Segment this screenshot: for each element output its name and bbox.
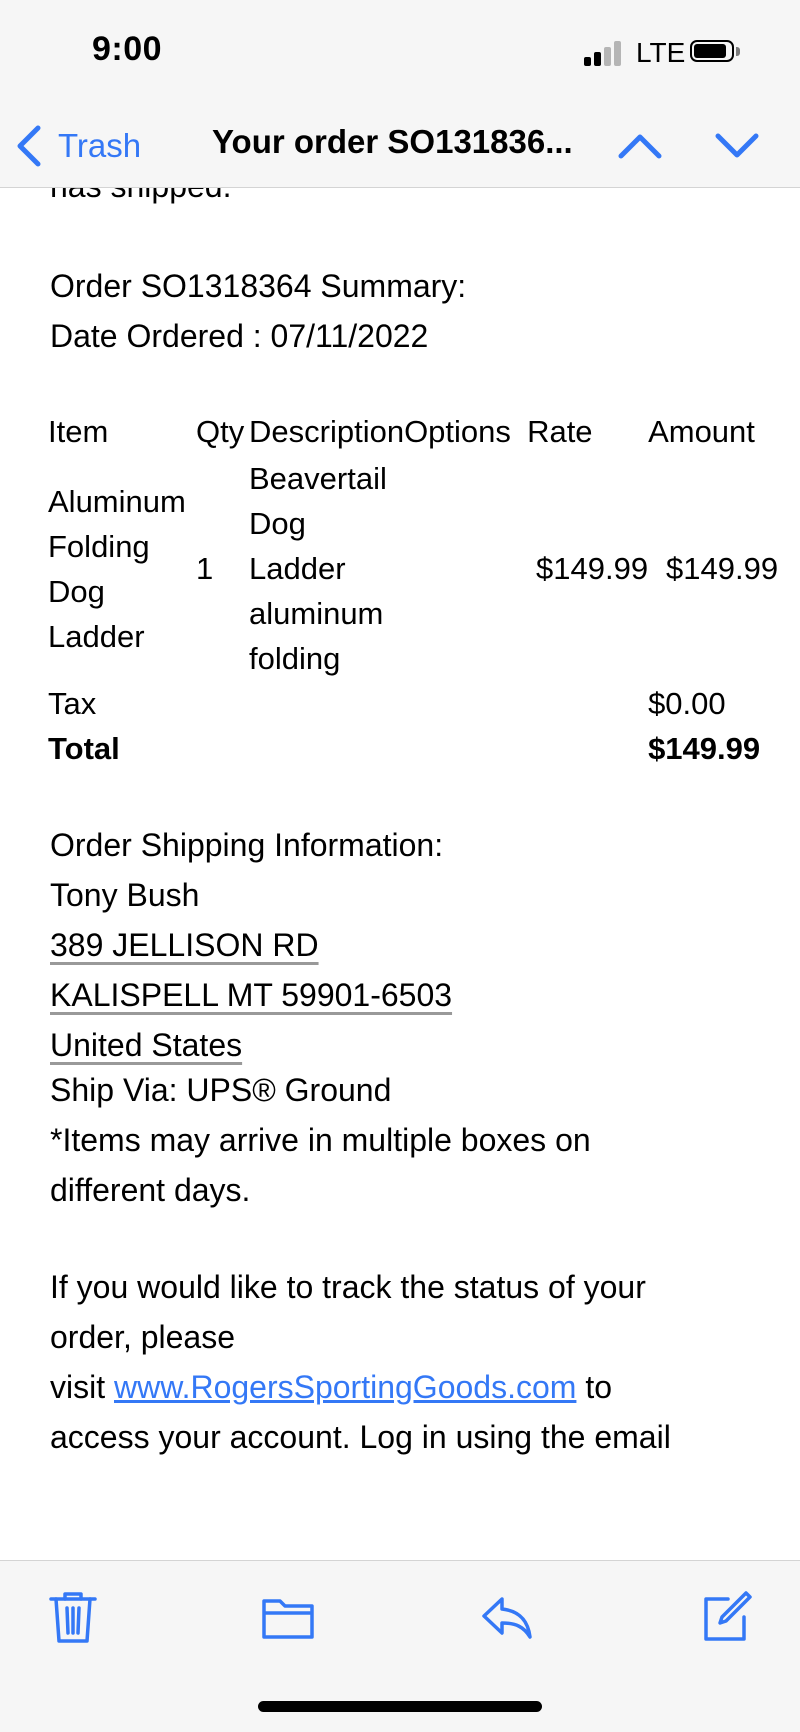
shipping-heading: Order Shipping Information:	[50, 827, 444, 863]
delivery-note-line1: *Items may arrive in multiple boxes on	[50, 1122, 591, 1158]
nav-bar: Trash Your order SO131836...	[0, 105, 800, 188]
message-title: Your order SO131836...	[212, 123, 573, 160]
tracking-line1: If you would like to track the status of…	[50, 1269, 646, 1305]
back-button[interactable]: Trash	[14, 119, 141, 173]
tracking-visit-text: visit	[50, 1369, 114, 1405]
shipping-info: Order Shipping Information: Tony Bush 38…	[50, 820, 452, 1070]
item-amount: $149.99	[666, 551, 779, 586]
trash-icon[interactable]	[45, 1589, 101, 1645]
col-header-item: Item	[48, 413, 109, 449]
back-label: Trash	[58, 127, 142, 164]
col-header-qty: Qty	[196, 413, 245, 449]
item-name: Aluminum Folding Dog Ladder	[48, 483, 186, 654]
order-summary: Order SO1318364 Summary: Date Ordered : …	[50, 261, 466, 361]
total-row: Total $149.99	[48, 726, 778, 771]
tax-row: Tax $0.00	[48, 681, 778, 726]
tracking-line3: visit www.RogersSportingGoods.com to	[50, 1362, 671, 1412]
total-label: Total	[48, 731, 120, 766]
shipping-street[interactable]: 389 JELLISON RD	[50, 920, 452, 970]
item-rate: $149.99	[536, 551, 649, 586]
col-header-rate: Rate	[527, 413, 593, 449]
next-message-chevron-down-icon[interactable]	[712, 121, 762, 171]
reply-icon[interactable]	[478, 1589, 534, 1645]
tracking-after-text: to	[576, 1369, 612, 1405]
order-summary-title: Order SO1318364 Summary:	[50, 268, 467, 304]
shipping-country[interactable]: United States	[50, 1020, 452, 1070]
battery-icon	[690, 40, 740, 64]
clipped-text-line: has shipped.	[50, 188, 231, 205]
cellular-signal-icon	[584, 40, 628, 66]
shipping-name: Tony Bush	[50, 877, 200, 913]
shipping-city[interactable]: KALISPELL MT 59901-6503	[50, 970, 452, 1020]
item-description: Beavertail Dog Ladder aluminum folding	[249, 461, 387, 676]
col-header-amount: Amount	[648, 413, 755, 449]
tax-label: Tax	[48, 686, 97, 721]
tracking-line2: order, please	[50, 1319, 236, 1355]
col-header-options: Options	[404, 413, 511, 449]
tracking-line4: access your account. Log in using the em…	[50, 1419, 671, 1455]
delivery-note-line2: different days.	[50, 1172, 251, 1208]
ship-via-block: Ship Via: UPS® Ground *Items may arrive …	[50, 1065, 591, 1215]
item-options	[404, 456, 527, 681]
compose-icon[interactable]	[698, 1589, 754, 1645]
email-body[interactable]: has shipped. Order SO1318364 Summary: Da…	[0, 188, 800, 1560]
table-row: Aluminum Folding Dog Ladder 1 Beavertail…	[48, 456, 778, 681]
website-link[interactable]: www.RogersSportingGoods.com	[114, 1369, 576, 1405]
status-bar: 9:00 LTE	[0, 0, 800, 105]
tracking-block: If you would like to track the status of…	[50, 1262, 671, 1462]
tax-value: $0.00	[648, 686, 726, 721]
chevron-left-icon	[17, 125, 41, 167]
network-type: LTE	[636, 37, 686, 68]
previous-message-chevron-up-icon[interactable]	[615, 121, 665, 171]
date-ordered: Date Ordered : 07/11/2022	[50, 318, 429, 354]
order-table: Item Qty Description Options Rate Amount…	[48, 406, 778, 771]
folder-icon[interactable]	[260, 1589, 316, 1645]
home-indicator[interactable]	[258, 1701, 542, 1712]
ship-via: Ship Via: UPS® Ground	[50, 1072, 392, 1108]
table-header-row: Item Qty Description Options Rate Amount	[48, 406, 778, 456]
item-qty: 1	[196, 551, 214, 586]
status-time: 9:00	[92, 30, 163, 68]
total-value: $149.99	[648, 731, 761, 766]
col-header-description: Description	[249, 413, 405, 449]
